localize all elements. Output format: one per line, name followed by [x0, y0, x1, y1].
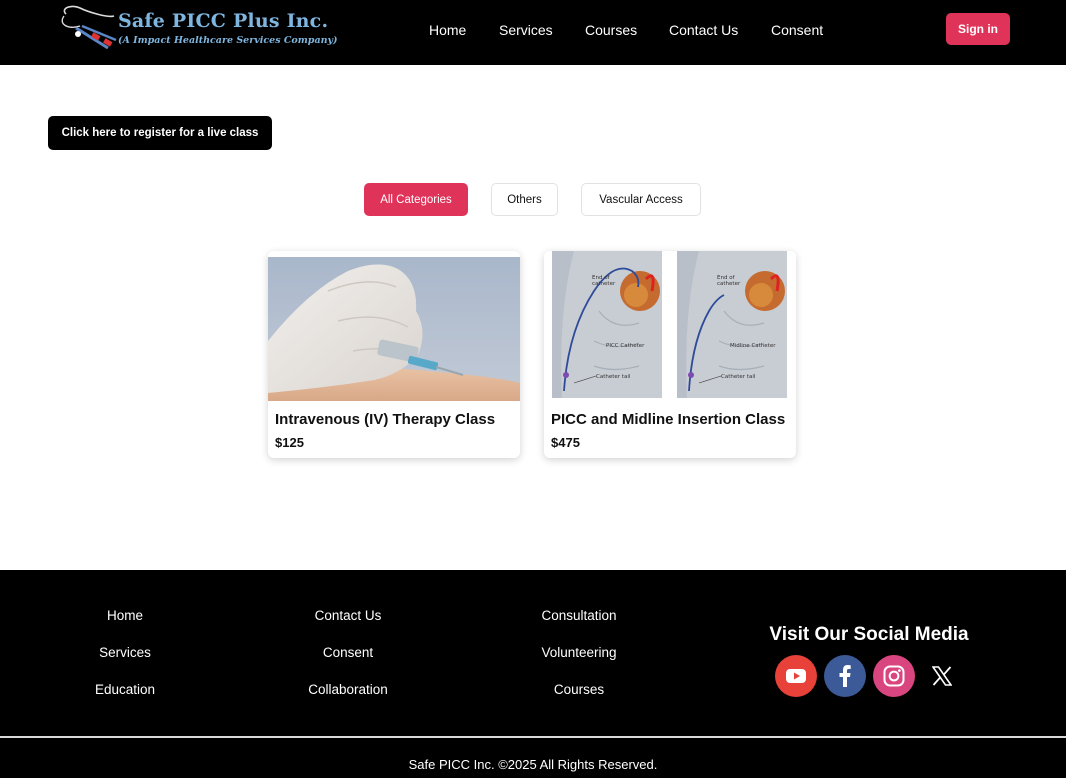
footer-link-volunteering[interactable]: Volunteering: [541, 645, 616, 660]
svg-text:PICC Catheter: PICC Catheter: [606, 343, 645, 349]
nav-consent[interactable]: Consent: [771, 20, 823, 40]
svg-text:catheter: catheter: [592, 281, 616, 287]
footer-link-home[interactable]: Home: [107, 608, 143, 623]
iv-therapy-image: [268, 251, 520, 401]
main-nav: Home Services Courses Contact Us Consent: [0, 20, 1066, 40]
category-all-button[interactable]: All Categories: [364, 183, 468, 216]
sign-in-button[interactable]: Sign in: [946, 13, 1010, 45]
register-live-class-button[interactable]: Click here to register for a live class: [48, 116, 272, 150]
course-card-picc-midline[interactable]: End of catheter PICC Catheter Catheter t…: [544, 251, 796, 458]
course-title: PICC and Midline Insertion Class: [551, 411, 786, 428]
footer-link-collaboration[interactable]: Collaboration: [308, 682, 388, 697]
facebook-icon[interactable]: [824, 655, 866, 697]
category-others-button[interactable]: Others: [491, 183, 558, 216]
picc-torso-illustration: End of catheter PICC Catheter Catheter t…: [552, 251, 662, 398]
site-header: Safe PICC Plus Inc. (A Impact Healthcare…: [0, 0, 1066, 65]
footer-link-services[interactable]: Services: [99, 645, 151, 660]
midline-torso-illustration: End of catheter Midline Catheter Cathete…: [677, 251, 787, 398]
nav-home[interactable]: Home: [429, 20, 466, 40]
site-footer: Home Services Education Contact Us Conse…: [0, 570, 1066, 778]
footer-link-consent[interactable]: Consent: [323, 645, 373, 660]
svg-text:Catheter tail: Catheter tail: [596, 374, 631, 380]
youtube-icon[interactable]: [775, 655, 817, 697]
footer-divider: [0, 736, 1066, 738]
course-title: Intravenous (IV) Therapy Class: [275, 411, 496, 428]
footer-link-courses[interactable]: Courses: [554, 682, 604, 697]
copyright-text: Safe PICC Inc. ©2025 All Rights Reserved…: [408, 757, 658, 772]
social-media-heading: Visit Our Social Media: [769, 624, 969, 645]
course-price: $125: [275, 435, 304, 450]
nav-contact-us[interactable]: Contact Us: [669, 20, 738, 40]
picc-midline-diagram-image: End of catheter PICC Catheter Catheter t…: [544, 251, 796, 401]
instagram-icon[interactable]: [873, 655, 915, 697]
category-vascular-access-button[interactable]: Vascular Access: [581, 183, 701, 216]
course-card-iv-therapy[interactable]: Intravenous (IV) Therapy Class $125: [268, 251, 520, 458]
footer-link-education[interactable]: Education: [95, 682, 155, 697]
svg-text:Catheter tail: Catheter tail: [721, 374, 756, 380]
svg-text:Midline Catheter: Midline Catheter: [730, 343, 776, 349]
footer-link-consultation[interactable]: Consultation: [541, 608, 616, 623]
course-price: $475: [551, 435, 580, 450]
x-icon[interactable]: [921, 655, 963, 697]
nav-courses[interactable]: Courses: [585, 20, 637, 40]
nav-services[interactable]: Services: [499, 20, 553, 40]
svg-text:catheter: catheter: [717, 281, 741, 287]
footer-link-contact-us[interactable]: Contact Us: [315, 608, 382, 623]
